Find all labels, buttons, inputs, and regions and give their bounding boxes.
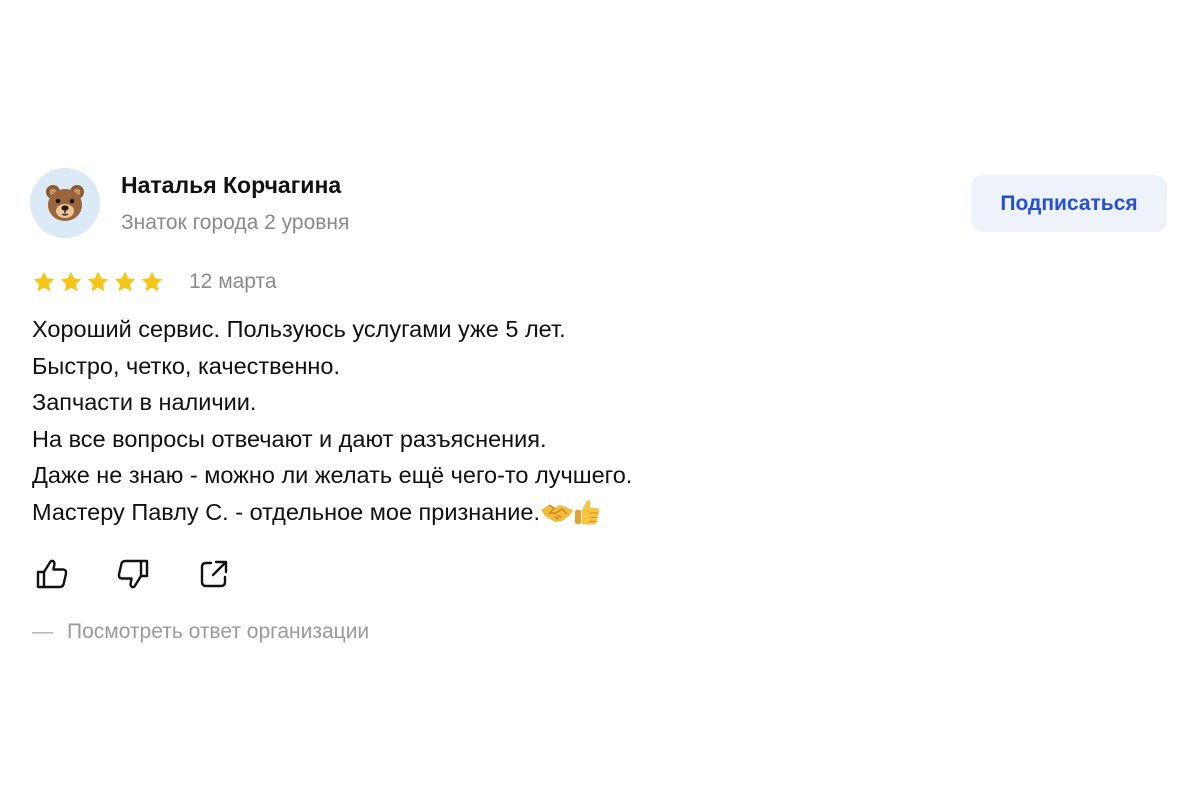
review-line: Хороший сервис. Пользуюсь услугами уже 5… [32, 316, 566, 342]
review-date: 12 марта [189, 270, 277, 293]
review-line-text: Мастеру Павлу С. - отдельное мое признан… [32, 498, 541, 525]
author-name[interactable]: Наталья Корчагина [121, 172, 341, 199]
subscribe-button[interactable]: Подписаться [971, 175, 1167, 232]
org-reply-dash: — [32, 620, 53, 643]
review-text: Хороший сервис. Пользуюсь услугами уже 5… [32, 311, 1132, 530]
review-line: Быстро, четко, качественно. [32, 352, 341, 379]
share-button[interactable] [196, 556, 232, 592]
review-line: Запчасти в наличии. [32, 389, 257, 415]
like-button[interactable] [34, 556, 70, 592]
view-org-reply-link[interactable]: — Посмотреть ответ организации [32, 620, 369, 644]
star-icon [33, 271, 55, 292]
thumbs-up-icon [575, 499, 600, 524]
avatar[interactable] [30, 168, 100, 238]
review-card: Наталья Корчагина Знаток города 2 уровня… [0, 0, 1200, 800]
star-icon [114, 271, 136, 292]
rating-row: 12 марта [32, 266, 277, 298]
star-icon [141, 271, 163, 292]
thumbs-down-outline-icon [117, 559, 149, 589]
share-icon [200, 560, 228, 588]
dislike-button[interactable] [115, 556, 151, 592]
author-level: Знаток города 2 уровня [121, 211, 350, 234]
thumbs-up-outline-icon [36, 559, 68, 589]
bear-face-icon [46, 185, 84, 221]
review-line: На все вопросы отвечают и дают разъяснен… [32, 425, 547, 452]
review-line-last: Мастеру Павлу С. - отдельное мое признан… [32, 494, 1132, 531]
handshake-icon [541, 503, 574, 522]
star-icon [60, 271, 82, 292]
star-rating [32, 270, 164, 294]
review-line: Даже не знаю - можно ли желать ещё чего-… [32, 462, 633, 488]
star-icon [87, 271, 109, 292]
review-actions [34, 556, 232, 592]
org-reply-label: Посмотреть ответ организации [67, 620, 370, 643]
